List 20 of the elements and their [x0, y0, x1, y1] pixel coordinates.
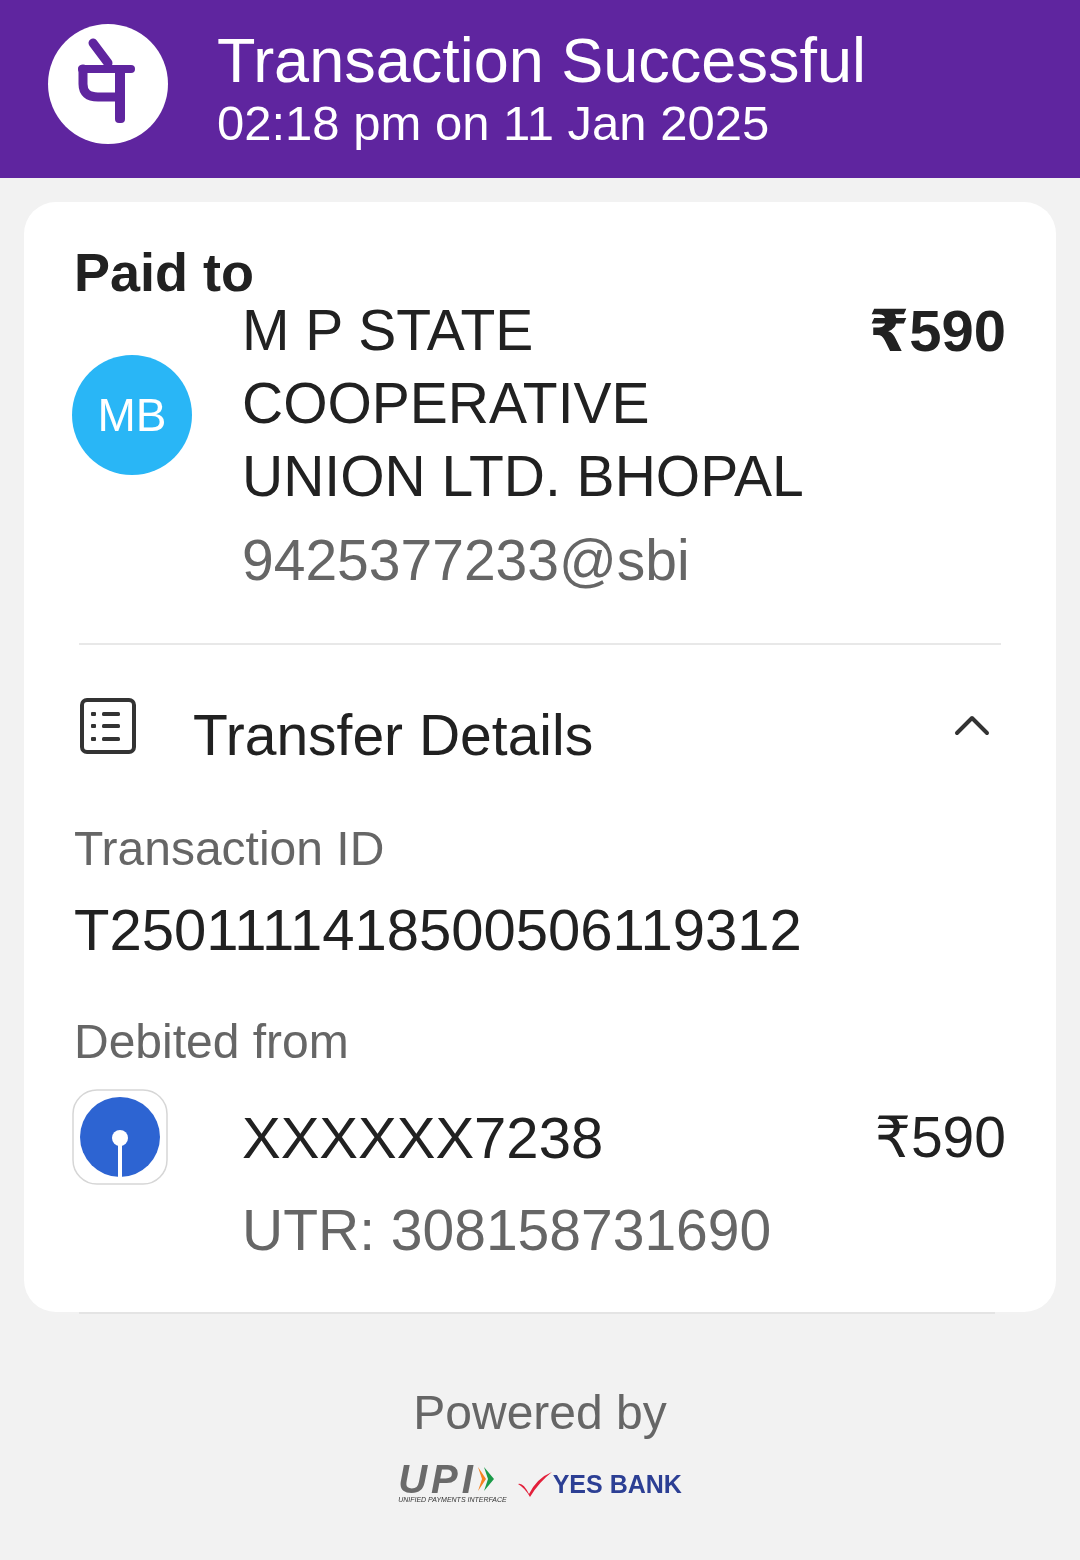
utr-text: UTR: 308158731690 [242, 1197, 772, 1264]
logo-wordmark: UPI [398, 1463, 477, 1495]
list-icon [80, 698, 136, 754]
bank-wordmark: YES BANK [552, 1468, 682, 1499]
transfer-details-toggle[interactable]: Transfer Details [74, 690, 1006, 770]
upi-id-text: 9425377233@sbi [242, 527, 690, 594]
transaction-id-value: T2501111418500506119312 [74, 896, 802, 964]
status-title: Transaction Successful [217, 25, 866, 95]
transaction-id-label: Transaction ID [74, 821, 385, 877]
account-number: XXXXXX7238 [242, 1104, 604, 1172]
payee-name: M P STATE COOPERATIVE UNION LTD. BHOPAL [242, 297, 805, 510]
timestamp-text: 02:18 pm on 11 Jan 2025 [217, 95, 770, 151]
powered-by-text: Powered by [413, 1386, 667, 1439]
chevron-arrow-icon [476, 1466, 495, 1492]
debit-amount-text: ₹590 [874, 1104, 1006, 1171]
debited-from-label: Debited from [74, 1014, 349, 1070]
logo-icon [48, 24, 168, 144]
paid-to-label: Paid to [74, 244, 254, 300]
avatar-initials: MB [72, 355, 192, 475]
amount-text: ₹590 [868, 297, 1006, 365]
